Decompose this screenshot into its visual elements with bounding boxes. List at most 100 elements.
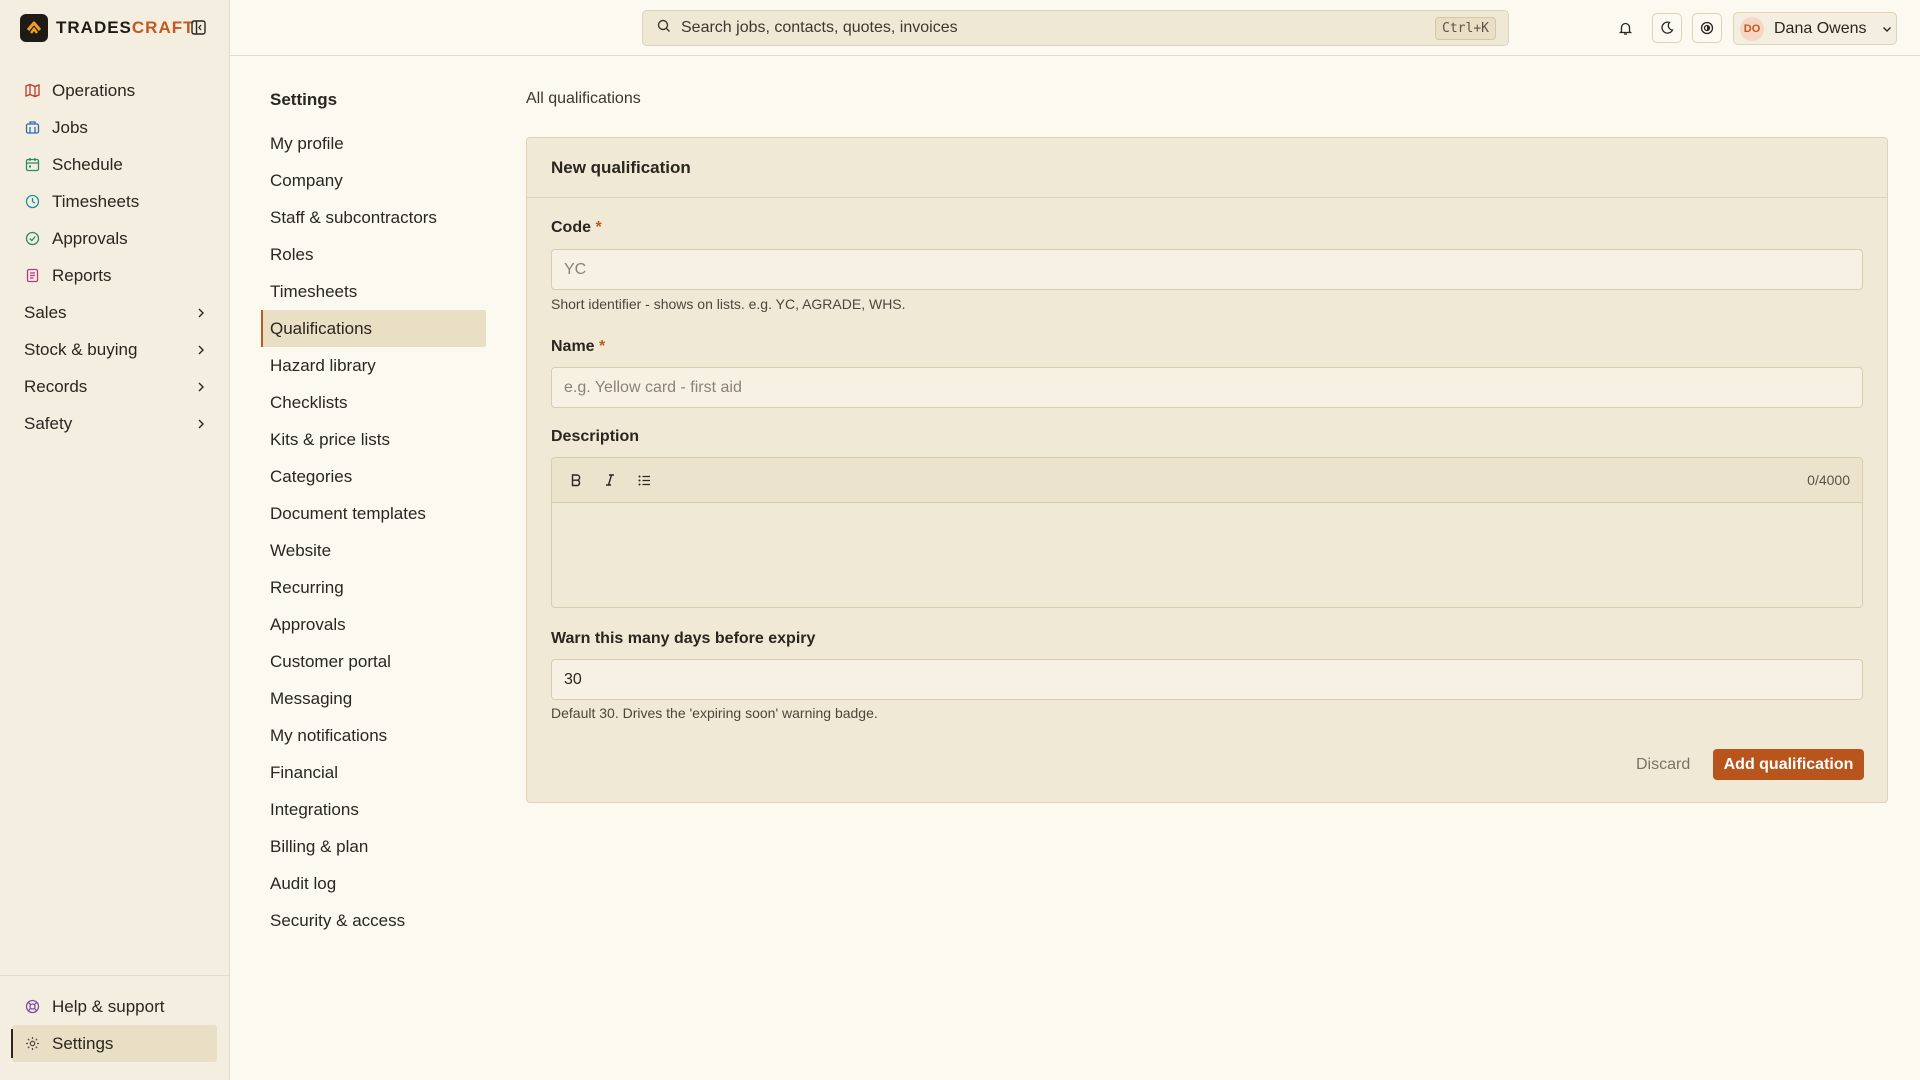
settings-item-document-templates[interactable]: Document templates — [261, 495, 486, 532]
nav-group-stock-buying[interactable]: Stock & buying — [12, 331, 218, 368]
chevron-right-icon — [194, 379, 208, 393]
name-input[interactable] — [551, 367, 1863, 408]
settings-item-timesheets[interactable]: Timesheets — [261, 273, 486, 310]
clock-icon — [24, 194, 40, 210]
bullet-list-icon[interactable] — [632, 468, 656, 492]
nav-item-help[interactable]: Help & support — [12, 988, 217, 1025]
settings-item-customer-portal[interactable]: Customer portal — [261, 643, 486, 680]
search-placeholder: Search jobs, contacts, quotes, invoices — [681, 19, 958, 36]
chevron-down-icon — [1881, 23, 1893, 35]
nav-group-safety[interactable]: Safety — [12, 405, 218, 442]
settings-title: Settings — [270, 90, 338, 109]
calendar-icon — [24, 157, 40, 173]
code-label: Code * — [551, 219, 602, 236]
nav-item-reports[interactable]: Reports — [12, 257, 218, 294]
settings-item-billing[interactable]: Billing & plan — [261, 828, 486, 865]
document-icon — [24, 268, 40, 284]
nav-item-settings[interactable]: Settings — [11, 1025, 217, 1062]
add-qualification-button[interactable]: Add qualification — [1713, 749, 1864, 780]
nav-label: Timesheets — [52, 191, 140, 211]
lifebuoy-icon — [24, 999, 40, 1015]
settings-item-hazard-library[interactable]: Hazard library — [261, 347, 486, 384]
chevron-right-icon — [194, 416, 208, 430]
settings-item-roles[interactable]: Roles — [261, 236, 486, 273]
settings-item-categories[interactable]: Categories — [261, 458, 486, 495]
discard-button[interactable]: Discard — [1630, 749, 1696, 780]
italic-icon[interactable] — [598, 468, 622, 492]
building-icon — [24, 120, 40, 136]
brand-name: TRADESCRAFT — [56, 18, 195, 37]
nav-item-schedule[interactable]: Schedule — [12, 146, 218, 183]
nav-group-label: Stock & buying — [24, 339, 138, 359]
contrast-icon[interactable] — [1692, 13, 1722, 43]
settings-item-recurring[interactable]: Recurring — [261, 569, 486, 606]
notifications-bell-icon[interactable] — [1610, 13, 1640, 43]
sidebar: TRADESCRAFT Operations Jobs Schedule Tim… — [0, 0, 230, 1080]
search-icon — [657, 18, 671, 38]
main-nav: Operations Jobs Schedule Timesheets Appr… — [12, 72, 218, 442]
warn-days-input[interactable] — [551, 659, 1863, 700]
gear-icon — [24, 1036, 40, 1052]
chevron-right-icon — [194, 342, 208, 356]
settings-item-my-profile[interactable]: My profile — [261, 125, 486, 162]
nav-item-timesheets[interactable]: Timesheets — [12, 183, 218, 220]
bold-icon[interactable] — [564, 468, 588, 492]
settings-item-security[interactable]: Security & access — [261, 902, 486, 939]
description-editor: 0/4000 — [551, 457, 1863, 608]
editor-toolbar: 0/4000 — [552, 458, 1862, 503]
nav-group-sales[interactable]: Sales — [12, 294, 218, 331]
settings-item-staff[interactable]: Staff & subcontractors — [261, 199, 486, 236]
topbar: Search jobs, contacts, quotes, invoices … — [230, 0, 1920, 56]
global-search[interactable]: Search jobs, contacts, quotes, invoices … — [642, 10, 1509, 46]
avatar: DO — [1740, 16, 1764, 41]
description-label: Description — [551, 428, 640, 445]
settings-item-company[interactable]: Company — [261, 162, 486, 199]
description-textarea[interactable] — [552, 503, 1862, 607]
nav-group-records[interactable]: Records — [12, 368, 218, 405]
character-counter: 0/4000 — [1807, 472, 1850, 488]
nav-group-label: Sales — [24, 302, 67, 322]
settings-item-approvals[interactable]: Approvals — [261, 606, 486, 643]
collapse-sidebar-icon[interactable] — [190, 19, 207, 36]
settings-item-my-notifications[interactable]: My notifications — [261, 717, 486, 754]
code-hint: Short identifier - shows on lists. e.g. … — [551, 296, 906, 312]
code-input[interactable] — [551, 249, 1863, 290]
sidebar-footer: Help & support Settings — [0, 975, 229, 1062]
user-menu-button[interactable]: DO Dana Owens — [1733, 12, 1897, 45]
nav-label: Operations — [52, 80, 136, 100]
dark-mode-moon-icon[interactable] — [1652, 13, 1682, 43]
nav-label: Approvals — [52, 228, 128, 248]
logo-icon — [20, 14, 48, 42]
chevron-right-icon — [194, 305, 208, 319]
settings-item-financial[interactable]: Financial — [261, 754, 486, 791]
nav-label: Settings — [52, 1033, 114, 1053]
breadcrumb-all-qualifications[interactable]: All qualifications — [526, 90, 641, 108]
card-title: New qualification — [527, 138, 1887, 198]
warn-days-hint: Default 30. Drives the 'expiring soon' w… — [551, 705, 878, 721]
settings-item-integrations[interactable]: Integrations — [261, 791, 486, 828]
settings-item-checklists[interactable]: Checklists — [261, 384, 486, 421]
nav-group-label: Records — [24, 376, 88, 396]
shortcut-hint: Ctrl+K — [1435, 17, 1496, 40]
name-label: Name * — [551, 338, 606, 355]
settings-item-qualifications[interactable]: Qualifications — [261, 310, 486, 347]
nav-label: Schedule — [52, 154, 123, 174]
nav-item-jobs[interactable]: Jobs — [12, 109, 218, 146]
nav-label: Help & support — [52, 996, 165, 1016]
settings-item-website[interactable]: Website — [261, 532, 486, 569]
user-name: Dana Owens — [1774, 19, 1867, 37]
map-icon — [24, 83, 40, 99]
check-circle-icon — [24, 231, 40, 247]
nav-label: Jobs — [52, 117, 88, 137]
settings-item-messaging[interactable]: Messaging — [261, 680, 486, 717]
nav-item-operations[interactable]: Operations — [12, 72, 218, 109]
nav-label: Reports — [52, 265, 112, 285]
nav-item-approvals[interactable]: Approvals — [12, 220, 218, 257]
settings-nav: My profile Company Staff & subcontractor… — [261, 125, 486, 939]
settings-item-audit-log[interactable]: Audit log — [261, 865, 486, 902]
settings-item-kits[interactable]: Kits & price lists — [261, 421, 486, 458]
warn-days-label: Warn this many days before expiry — [551, 630, 816, 647]
new-qualification-form: New qualification Code * Short identifie… — [526, 137, 1888, 803]
brand[interactable]: TRADESCRAFT — [20, 14, 195, 42]
nav-group-label: Safety — [24, 413, 73, 433]
